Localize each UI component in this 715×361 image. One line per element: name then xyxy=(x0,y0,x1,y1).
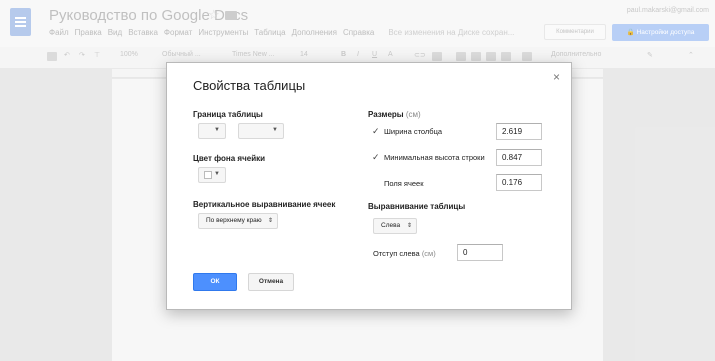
indent-unit: (см) xyxy=(421,249,436,258)
updown-icon: ⇕ xyxy=(406,223,412,229)
min-height-input[interactable] xyxy=(496,149,542,166)
dialog-title: Свойства таблицы xyxy=(193,78,306,93)
padding-input[interactable] xyxy=(496,174,542,191)
indent-label: Отступ слева (см) xyxy=(373,249,436,258)
updown-icon: ⇕ xyxy=(267,218,273,224)
border-width-dropdown[interactable]: ▼ xyxy=(198,123,226,139)
sizes-section-label: Размеры (см) xyxy=(368,110,421,119)
cancel-button[interactable]: Отмена xyxy=(248,273,294,291)
indent-input[interactable] xyxy=(457,244,503,261)
col-width-checkbox[interactable]: ✓ xyxy=(372,127,381,136)
chevron-down-icon: ▼ xyxy=(214,171,220,177)
valign-select[interactable]: По верхнему краю ⇕ xyxy=(198,213,278,229)
chevron-down-icon: ▼ xyxy=(214,127,220,133)
sizes-title: Размеры xyxy=(368,110,404,119)
chevron-down-icon: ▼ xyxy=(272,127,278,133)
table-align-value: Слева xyxy=(381,222,401,229)
border-color-dropdown[interactable]: ▼ xyxy=(238,123,284,139)
close-icon[interactable]: × xyxy=(553,70,560,84)
min-height-label: Минимальная высота строки xyxy=(384,153,485,162)
ok-button[interactable]: ОК xyxy=(193,273,237,291)
table-align-select[interactable]: Слева ⇕ xyxy=(373,218,417,234)
min-height-checkbox[interactable]: ✓ xyxy=(372,153,381,162)
table-properties-dialog: Свойства таблицы × Граница таблицы ▼ ▼ Ц… xyxy=(166,62,572,310)
col-width-label: Ширина столбца xyxy=(384,127,443,136)
valign-section-label: Вертикальное выравнивание ячеек xyxy=(193,200,336,209)
padding-label: Поля ячеек xyxy=(384,179,424,188)
bg-color-section-label: Цвет фона ячейки xyxy=(193,154,266,163)
indent-title: Отступ слева xyxy=(373,249,420,258)
color-swatch xyxy=(204,171,212,179)
valign-select-value: По верхнему краю xyxy=(206,217,262,224)
col-width-input[interactable] xyxy=(496,123,542,140)
sizes-unit: (см) xyxy=(405,110,421,119)
align-section-label: Выравнивание таблицы xyxy=(368,202,466,211)
border-section-label: Граница таблицы xyxy=(193,110,263,119)
bg-color-dropdown[interactable]: ▼ xyxy=(198,167,226,183)
